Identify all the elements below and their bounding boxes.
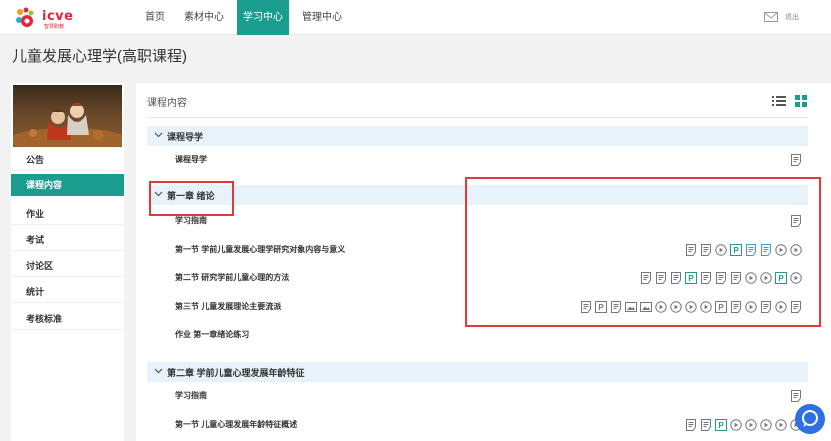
highlight-box-resources (465, 177, 821, 327)
chapter-title: 第二章 学前儿童心理发展年龄特征 (167, 368, 305, 378)
chevron-down-icon (154, 132, 163, 138)
divider (147, 117, 808, 118)
logo-subtext: 智慧职教 (44, 24, 65, 30)
chat-icon (802, 410, 818, 427)
lesson-row[interactable]: 学习指南 (147, 386, 808, 406)
resource-icons (790, 152, 802, 168)
panel-heading: 课程内容 (147, 98, 187, 109)
svg-text:P: P (718, 421, 724, 430)
resource-icons (790, 388, 802, 404)
video-play-icon[interactable] (775, 419, 787, 431)
chat-button[interactable] (795, 404, 825, 434)
nav-home[interactable]: 首页 (138, 0, 172, 35)
lesson-row[interactable]: 第一节 儿童心理发展年龄特征概述 P (147, 415, 808, 435)
grid-view-icon[interactable] (795, 95, 807, 107)
chapter-header[interactable]: 第二章 学前儿童心理发展年龄特征 (147, 362, 808, 382)
lesson-title[interactable]: 第一节 学前儿童发展心理学研究对象内容与意义 (175, 244, 345, 255)
course-title: 儿童发展心理学(高职课程) (12, 48, 187, 65)
sidebar-item-discussion[interactable]: 讨论区 (11, 255, 124, 277)
document-icon[interactable] (790, 154, 802, 166)
document-icon[interactable] (685, 419, 697, 431)
sidebar-item-grading-standard[interactable]: 考核标准 (11, 308, 124, 330)
logo-text: icve (42, 9, 74, 24)
resource-icons: P (685, 417, 802, 433)
nav-admin[interactable]: 管理中心 (297, 0, 347, 35)
sidebar-item-announcements[interactable]: 公告 (11, 149, 124, 171)
chapter-title: 课程导学 (167, 132, 204, 142)
lesson-row[interactable]: 课程导学 (147, 150, 808, 170)
lesson-title[interactable]: 第三节 儿童发展理论主要流派 (175, 301, 281, 312)
sidebar-item-homework[interactable]: 作业 (11, 203, 124, 225)
chapter-header[interactable]: 课程导学 (147, 126, 808, 146)
lesson-title[interactable]: 作业 第一章绪论练习 (175, 329, 249, 340)
lesson-title[interactable]: 学习指南 (175, 390, 207, 401)
icve-logo-icon (16, 7, 34, 27)
sidebar-item-statistics[interactable]: 统计 (11, 281, 124, 303)
course-cover-image (13, 85, 122, 147)
sidebar-item-exam[interactable]: 考试 (11, 229, 124, 251)
nav-learning[interactable]: 学习中心 (237, 0, 289, 35)
course-title-bar: 儿童发展心理学(高职课程) (0, 36, 831, 76)
ppt-icon[interactable]: P (715, 419, 727, 431)
video-play-icon[interactable] (745, 419, 757, 431)
lesson-title[interactable]: 学习指南 (175, 215, 207, 226)
video-play-icon[interactable] (760, 419, 772, 431)
lesson-title[interactable]: 第一节 儿童心理发展年龄特征概述 (175, 419, 297, 430)
site-logo[interactable]: icve 智慧职教 (14, 6, 84, 30)
logout-link[interactable]: 退出 (785, 0, 799, 35)
top-nav: icve 智慧职教 首页 素材中心 学习中心 管理中心 退出 (0, 0, 831, 35)
document-icon[interactable] (700, 419, 712, 431)
mail-icon[interactable] (764, 12, 778, 22)
highlight-box-chapter (149, 181, 234, 216)
sidebar-item-course-content[interactable]: 课程内容 (11, 174, 124, 196)
sidebar: 公告 课程内容 作业 考试 讨论区 统计 考核标准 (11, 83, 124, 441)
video-play-icon[interactable] (730, 419, 742, 431)
list-view-icon[interactable] (772, 95, 786, 107)
document-icon[interactable] (790, 390, 802, 402)
lesson-title[interactable]: 第二节 研究学前儿童心理的方法 (175, 272, 289, 283)
lesson-row[interactable]: 作业 第一章绪论练习 (147, 325, 808, 345)
chevron-down-icon (154, 368, 163, 374)
nav-materials[interactable]: 素材中心 (180, 0, 228, 35)
lesson-title[interactable]: 课程导学 (175, 154, 207, 165)
